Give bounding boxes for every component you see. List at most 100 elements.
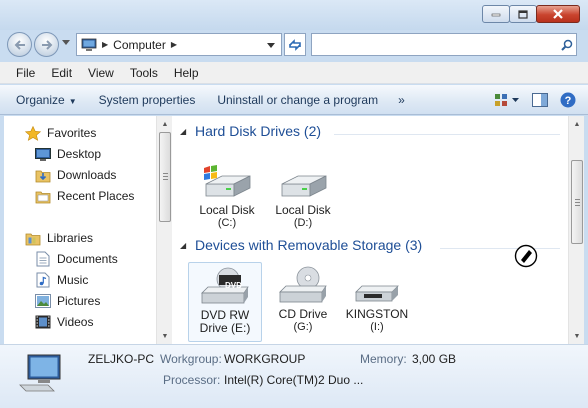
workgroup-value: WORKGROUP bbox=[224, 352, 306, 366]
drive-kingston-i[interactable]: KINGSTON (I:) bbox=[342, 264, 412, 334]
nav-desktop-label: Desktop bbox=[57, 147, 102, 161]
drive-dvd-rw-e[interactable]: DVD RW Drive (E:) DVD bbox=[188, 262, 262, 342]
close-button[interactable] bbox=[536, 5, 580, 23]
content-scroll-thumb[interactable] bbox=[571, 160, 583, 244]
drive-letter: (D:) bbox=[293, 217, 313, 229]
drive-local-disk-d[interactable]: Local Disk (D:) bbox=[268, 160, 338, 230]
recent-pages-dropdown-icon[interactable] bbox=[62, 40, 70, 45]
maximize-button[interactable] bbox=[509, 5, 537, 23]
group-hard-disk-drives[interactable]: ◢ Hard Disk Drives (2) bbox=[180, 123, 321, 139]
drive-name: Local Disk bbox=[275, 203, 331, 217]
drive-name: DVD RW bbox=[200, 308, 250, 322]
nav-favorites[interactable]: Favorites bbox=[24, 123, 174, 143]
processor-value: Intel(R) Core(TM)2 Duo ... bbox=[224, 373, 364, 387]
maximize-icon bbox=[518, 9, 528, 19]
menu-bar: File Edit View Tools Help bbox=[0, 62, 588, 84]
system-properties-button[interactable]: System properties bbox=[91, 93, 204, 107]
search-input[interactable] bbox=[311, 33, 577, 56]
drive-letter: (C:) bbox=[217, 217, 237, 229]
help-icon[interactable]: ? bbox=[560, 92, 576, 108]
drive-letter: (I:) bbox=[370, 321, 384, 333]
libraries-icon bbox=[25, 233, 41, 245]
view-controls: ? bbox=[494, 85, 588, 115]
window-controls bbox=[482, 5, 580, 23]
more-commands-button[interactable]: » bbox=[390, 93, 413, 107]
music-icon bbox=[36, 272, 50, 288]
back-button[interactable] bbox=[7, 32, 32, 57]
breadcrumb-computer[interactable]: Computer bbox=[113, 38, 166, 52]
preview-pane-icon[interactable] bbox=[532, 93, 548, 107]
address-dropdown-icon[interactable] bbox=[267, 43, 275, 48]
usb-drive-icon bbox=[355, 285, 399, 302]
drive-cd-g[interactable]: CD Drive (G:) bbox=[268, 264, 338, 334]
computer-icon bbox=[19, 354, 61, 392]
hard-disk-icon bbox=[281, 175, 327, 197]
dvd-badge: DVD bbox=[225, 281, 242, 290]
content-scrollbar[interactable]: ▲ ▼ bbox=[568, 116, 584, 344]
drive-name: KINGSTON bbox=[345, 307, 409, 321]
search-icon[interactable] bbox=[561, 39, 573, 51]
back-arrow-icon bbox=[14, 39, 25, 50]
address-bar[interactable]: ▶ Computer ▶ bbox=[76, 33, 282, 56]
group-removable-storage[interactable]: ◢ Devices with Removable Storage (3) bbox=[180, 237, 422, 253]
nav-documents-label: Documents bbox=[57, 252, 118, 266]
chevron-down-icon: ▼ bbox=[68, 96, 77, 106]
menu-help[interactable]: Help bbox=[166, 66, 207, 80]
scroll-down-arrow-icon[interactable]: ▼ bbox=[157, 328, 173, 344]
content-area: Favorites Desktop Downloads Recent Place… bbox=[4, 116, 584, 344]
collapse-arrow-icon[interactable]: ◢ bbox=[180, 127, 190, 136]
group-divider bbox=[440, 248, 560, 249]
nav-libraries-label: Libraries bbox=[47, 231, 94, 245]
nav-recent-places-label: Recent Places bbox=[57, 189, 135, 203]
windows-hard-disk-icon bbox=[204, 165, 251, 197]
nav-pane-scrollbar[interactable]: ▲ ▼ bbox=[156, 116, 172, 344]
refresh-icon bbox=[289, 38, 301, 51]
minimize-button[interactable] bbox=[482, 5, 510, 23]
scroll-up-arrow-icon[interactable]: ▲ bbox=[157, 116, 173, 132]
close-icon bbox=[553, 9, 563, 19]
refresh-button[interactable] bbox=[284, 33, 306, 56]
star-icon bbox=[25, 125, 41, 141]
menu-edit[interactable]: Edit bbox=[43, 66, 80, 80]
command-bar: Organize ▼ System properties Uninstall or… bbox=[0, 85, 588, 115]
change-view-icon[interactable] bbox=[494, 93, 520, 107]
details-pane: ZELJKO-PC Workgroup: WORKGROUP Memory: 3… bbox=[0, 344, 588, 408]
busy-cursor-icon bbox=[514, 244, 538, 268]
memory-label: Memory: bbox=[360, 352, 407, 366]
menu-view[interactable]: View bbox=[80, 66, 122, 80]
breadcrumb-separator-icon[interactable]: ▶ bbox=[102, 40, 108, 49]
minimize-icon bbox=[491, 13, 501, 17]
scroll-up-arrow-icon[interactable]: ▲ bbox=[569, 116, 585, 132]
organize-button[interactable]: Organize ▼ bbox=[0, 93, 85, 107]
navigation-bar: ▶ Computer ▶ bbox=[0, 30, 588, 60]
title-bar[interactable] bbox=[0, 0, 588, 30]
nav-videos-label: Videos bbox=[57, 315, 94, 329]
group-title: Hard Disk Drives (2) bbox=[195, 123, 322, 139]
drive-letter: Drive (E:) bbox=[199, 321, 251, 335]
nav-pane-scroll-thumb[interactable] bbox=[159, 132, 171, 222]
nav-libraries[interactable]: Libraries bbox=[24, 228, 174, 248]
uninstall-program-button[interactable]: Uninstall or change a program bbox=[209, 93, 386, 107]
drive-local-disk-c[interactable]: Local Disk (C:) bbox=[192, 160, 262, 230]
menu-tools[interactable]: Tools bbox=[122, 66, 166, 80]
explorer-window: ▶ Computer ▶ File Edit View Tools Help O… bbox=[0, 0, 588, 408]
downloads-folder-icon bbox=[35, 170, 51, 182]
forward-button[interactable] bbox=[34, 32, 59, 57]
collapse-arrow-icon[interactable]: ◢ bbox=[180, 241, 190, 250]
memory-value: 3,00 GB bbox=[412, 352, 457, 366]
nav-downloads-label: Downloads bbox=[57, 168, 117, 182]
scroll-down-arrow-icon[interactable]: ▼ bbox=[569, 328, 585, 344]
computer-name: ZELJKO-PC bbox=[88, 352, 155, 366]
drive-name: Local Disk bbox=[199, 203, 255, 217]
menu-file[interactable]: File bbox=[8, 66, 43, 80]
drive-letter: (G:) bbox=[293, 321, 313, 333]
forward-arrow-icon bbox=[41, 39, 52, 50]
workgroup-label: Workgroup: bbox=[160, 352, 222, 366]
svg-text:?: ? bbox=[565, 95, 572, 107]
breadcrumb-separator-icon[interactable]: ▶ bbox=[171, 40, 177, 49]
navigation-pane: Favorites Desktop Downloads Recent Place… bbox=[4, 116, 204, 344]
drive-name: CD Drive bbox=[278, 307, 328, 321]
desktop-icon bbox=[35, 147, 51, 161]
group-title: Devices with Removable Storage (3) bbox=[195, 237, 423, 253]
recent-places-icon bbox=[35, 191, 51, 203]
